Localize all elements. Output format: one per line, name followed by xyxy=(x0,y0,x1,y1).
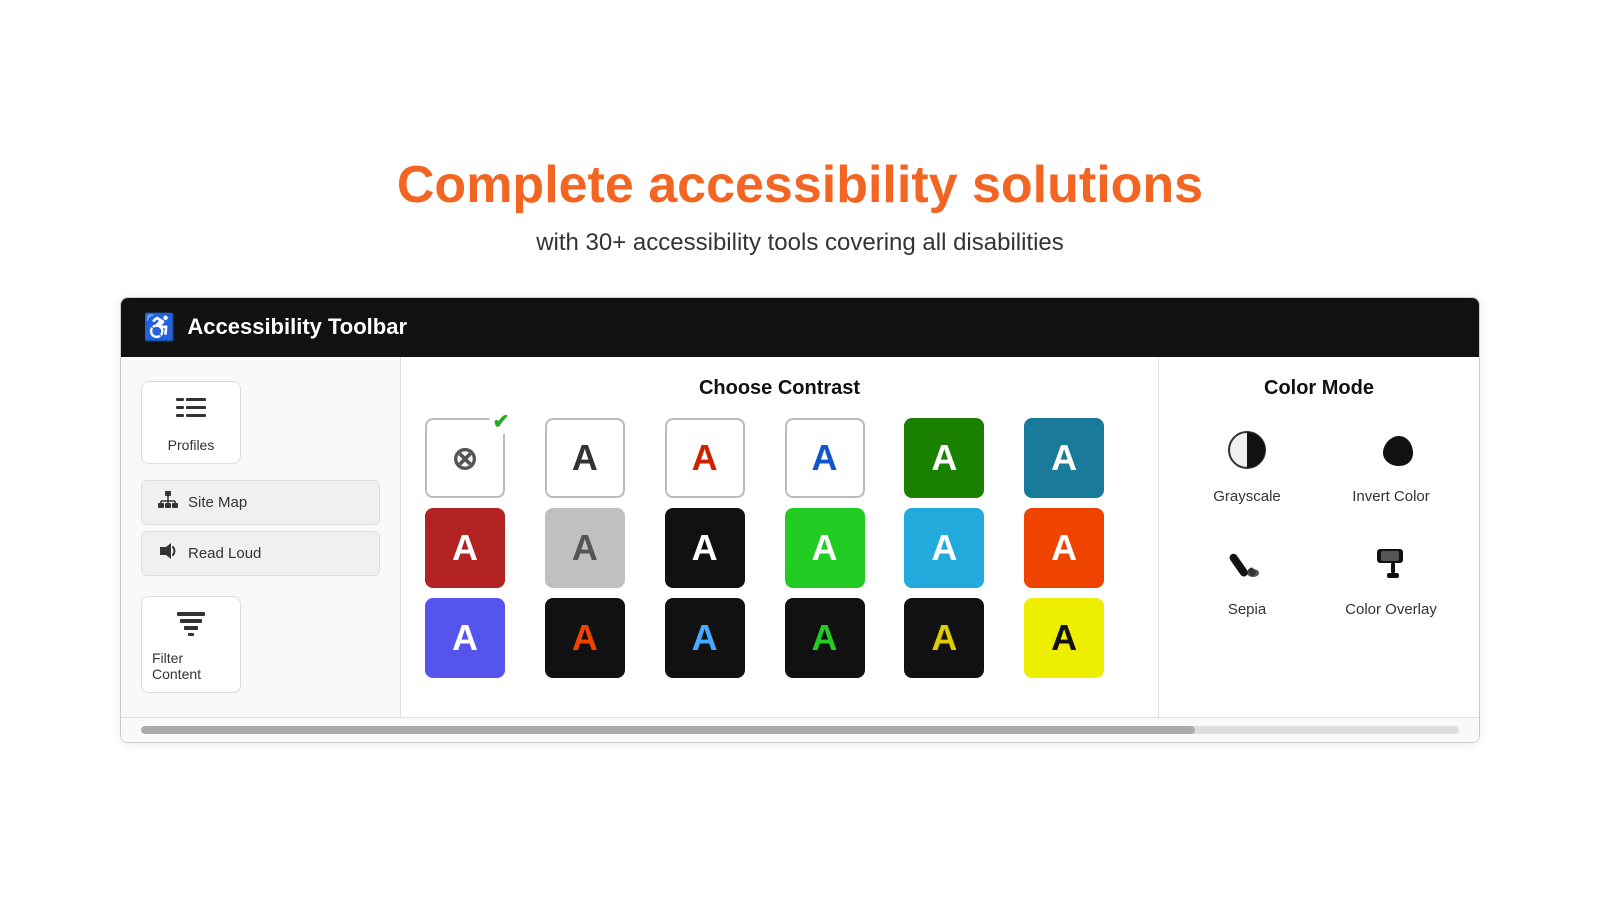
contrast-red-bg[interactable]: A xyxy=(425,508,505,588)
contrast-black-green[interactable]: A xyxy=(785,598,865,678)
read-loud-label: Read Loud xyxy=(188,545,261,562)
invert-color-label: Invert Color xyxy=(1352,488,1430,505)
contrast-grid: ⊗ ✔ A A A A A xyxy=(425,418,1134,678)
sepia-label: Sepia xyxy=(1228,601,1266,618)
contrast-black-bg[interactable]: A xyxy=(665,508,745,588)
invert-color-button[interactable]: Invert Color xyxy=(1327,418,1455,515)
right-panel: Color Mode Grayscale xyxy=(1159,357,1479,717)
icon-items-row: Profiles xyxy=(141,381,380,464)
contrast-teal-bg[interactable]: A xyxy=(1024,418,1104,498)
contrast-gray-bg[interactable]: A xyxy=(545,508,625,588)
hero-subtitle: with 30+ accessibility tools covering al… xyxy=(397,229,1203,257)
left-panel: Profiles xyxy=(121,357,401,717)
sepia-icon xyxy=(1225,541,1269,593)
profiles-icon xyxy=(176,396,206,431)
grayscale-label: Grayscale xyxy=(1213,488,1281,505)
sepia-button[interactable]: Sepia xyxy=(1183,531,1311,628)
contrast-blue-text[interactable]: A xyxy=(785,418,865,498)
contrast-green-bg[interactable]: A xyxy=(904,418,984,498)
invert-color-icon xyxy=(1369,428,1413,480)
filter-content-button[interactable]: Filter Content xyxy=(141,596,241,693)
scrollbar-area xyxy=(121,717,1479,742)
hero-section: Complete accessibility solutions with 30… xyxy=(397,157,1203,256)
contrast-red-text[interactable]: A xyxy=(665,418,745,498)
site-map-icon xyxy=(158,491,178,514)
filter-content-icon xyxy=(177,611,205,644)
contrast-lime-bg[interactable]: A xyxy=(785,508,865,588)
filter-content-row: Filter Content xyxy=(141,596,380,693)
toolbar-header: ♿ Accessibility Toolbar xyxy=(121,298,1479,357)
site-map-label: Site Map xyxy=(188,494,247,511)
accessibility-toolbar: ♿ Accessibility Toolbar xyxy=(120,297,1480,743)
contrast-cyan-bg[interactable]: A xyxy=(904,508,984,588)
menu-items: Site Map Read Loud xyxy=(141,480,380,576)
read-loud-button[interactable]: Read Loud xyxy=(141,531,380,576)
contrast-default[interactable]: A xyxy=(545,418,625,498)
color-mode-title: Color Mode xyxy=(1183,377,1455,400)
color-overlay-button[interactable]: Color Overlay xyxy=(1327,531,1455,628)
toolbar-body: Profiles xyxy=(121,357,1479,717)
grayscale-icon xyxy=(1225,428,1269,480)
accessibility-icon: ♿ xyxy=(143,312,175,343)
profiles-button[interactable]: Profiles xyxy=(141,381,241,464)
active-check: ✔ xyxy=(489,410,513,434)
color-overlay-label: Color Overlay xyxy=(1345,601,1437,618)
contrast-blue-bg-white[interactable]: A xyxy=(425,598,505,678)
scrollbar-track[interactable] xyxy=(141,726,1459,734)
grayscale-button[interactable]: Grayscale xyxy=(1183,418,1311,515)
color-mode-grid: Grayscale Invert Color xyxy=(1183,418,1455,628)
contrast-black-orange[interactable]: A xyxy=(545,598,625,678)
color-overlay-icon xyxy=(1369,541,1413,593)
site-map-button[interactable]: Site Map xyxy=(141,480,380,525)
read-loud-icon xyxy=(158,542,178,565)
hero-title: Complete accessibility solutions xyxy=(397,157,1203,214)
contrast-black-yellow[interactable]: A xyxy=(904,598,984,678)
profiles-label: Profiles xyxy=(168,437,215,453)
toolbar-title: Accessibility Toolbar xyxy=(187,314,407,340)
contrast-orange-bg[interactable]: A xyxy=(1024,508,1104,588)
contrast-yellow-bg[interactable]: A xyxy=(1024,598,1104,678)
filter-content-label: Filter Content xyxy=(152,650,230,682)
contrast-reset[interactable]: ⊗ ✔ xyxy=(425,418,505,498)
middle-panel: Choose Contrast ⊗ ✔ A A A A xyxy=(401,357,1159,717)
scrollbar-thumb xyxy=(141,726,1195,734)
choose-contrast-title: Choose Contrast xyxy=(425,377,1134,400)
contrast-black-blue[interactable]: A xyxy=(665,598,745,678)
